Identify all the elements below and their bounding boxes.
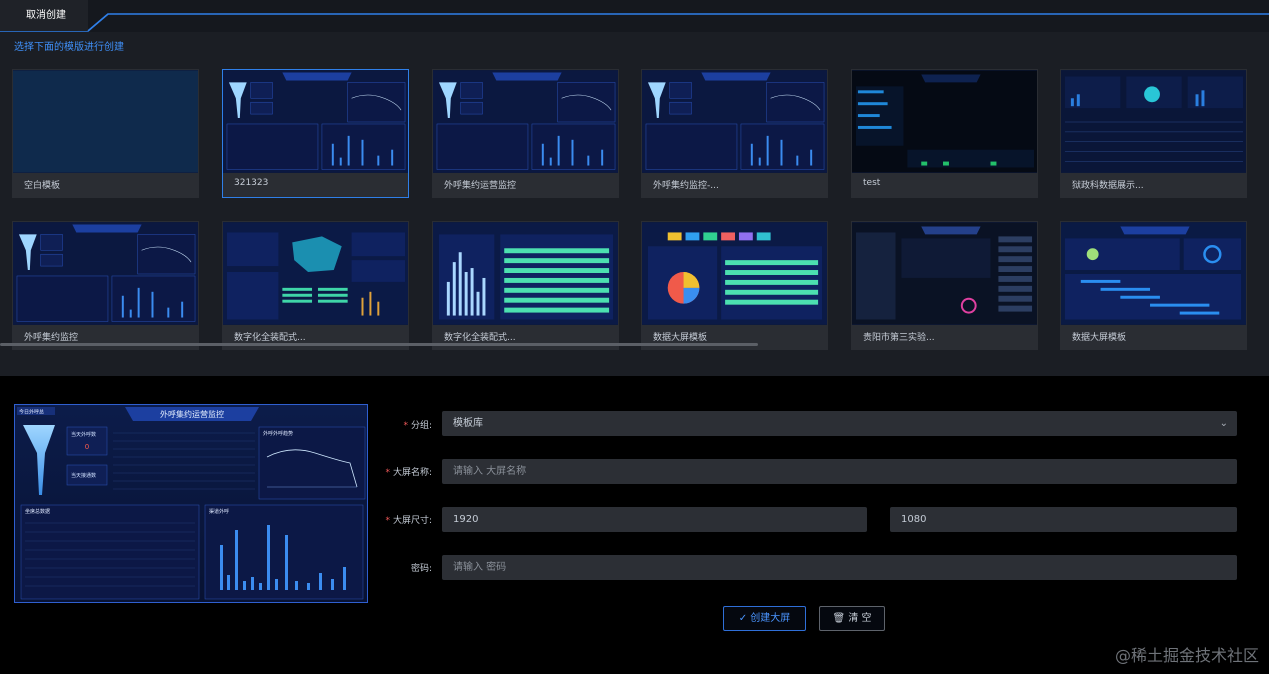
template-label: 数据大屏模板 — [653, 333, 708, 343]
template-thumbnail — [852, 222, 1037, 325]
template-label: 数字化全装配式... — [234, 333, 306, 343]
clear-button[interactable]: 🗑 清 空 — [819, 606, 885, 631]
template-label: 外呼集约运营监控 — [444, 181, 517, 191]
group-label: * 分组: — [403, 421, 432, 431]
template-label: 321323 — [234, 178, 269, 188]
password-label: 密码: — [410, 564, 432, 574]
template-thumbnail — [433, 70, 618, 173]
template-card[interactable]: 外呼集约监控-... — [641, 69, 828, 198]
template-thumbnail — [1061, 222, 1246, 325]
template-label: 外呼集约监控 — [24, 333, 79, 343]
create-form-area: 外呼集约运营监控 今日外呼总 当天外呼数 0 当天接通数 外呼外呼趋势 坐席总数… — [0, 376, 1269, 674]
required-asterisk: * — [385, 468, 390, 478]
template-thumbnail — [13, 70, 198, 173]
template-thumbnail — [433, 222, 618, 325]
preview-title: 外呼集约运营监控 — [160, 409, 224, 419]
template-card[interactable]: 外呼集约监控 — [12, 221, 199, 350]
template-card[interactable]: test — [851, 69, 1038, 198]
template-thumbnail — [1061, 70, 1246, 173]
template-card[interactable]: 外呼集约运营监控 — [432, 69, 619, 198]
horizontal-scrollbar[interactable] — [0, 343, 758, 346]
template-thumbnail — [852, 70, 1037, 173]
preview-box1-label: 当天外呼数 — [71, 431, 96, 438]
template-label: 外呼集约监控-... — [653, 181, 719, 191]
preview-bottom-right-title: 渠道外呼 — [209, 508, 229, 515]
template-card[interactable]: 空白模板 — [12, 69, 199, 198]
required-asterisk: * — [385, 516, 390, 526]
template-thumbnail — [223, 70, 408, 173]
template-card[interactable]: 数据大屏模板 — [641, 221, 828, 350]
template-thumbnail — [223, 222, 408, 325]
watermark: @稀土掘金技术社区 — [1114, 646, 1259, 665]
template-card[interactable]: 数字化全装配式... — [222, 221, 409, 350]
size-label: * 大屏尺寸: — [385, 516, 432, 526]
screen-name-input[interactable]: 请输入 大屏名称 — [442, 459, 1237, 484]
create-screen-button[interactable]: ✓ 创建大屏 — [723, 606, 806, 631]
chevron-down-icon: ⌄ — [1219, 418, 1228, 429]
template-card[interactable]: 数字化全装配式... — [432, 221, 619, 350]
template-thumbnail — [13, 222, 198, 325]
template-label: 数字化全装配式... — [444, 333, 516, 343]
required-asterisk: * — [403, 421, 408, 431]
template-label: 狱政科数据展示... — [1072, 181, 1144, 191]
password-input[interactable]: 请输入 密码 — [442, 555, 1237, 580]
preview-bottom-left-title: 坐席总数据 — [25, 508, 50, 515]
template-hint: 选择下面的模版进行创建 — [14, 42, 124, 53]
template-thumbnail — [642, 222, 827, 325]
group-select-value: 模板库 — [453, 418, 483, 429]
screen-width-input[interactable]: 1920 — [442, 507, 867, 532]
preview-panel-left: 今日外呼总 — [19, 409, 44, 416]
template-card[interactable]: 321323 — [222, 69, 409, 198]
preview-box1-value: 0 — [85, 443, 89, 451]
preview-box2-label: 当天接通数 — [71, 472, 96, 479]
screen-height-input[interactable]: 1080 — [890, 507, 1237, 532]
template-card[interactable]: 狱政科数据展示... — [1060, 69, 1247, 198]
tab-underline — [0, 0, 1269, 32]
template-label: 数据大屏模板 — [1072, 333, 1127, 343]
template-label: 空白模板 — [24, 181, 61, 191]
name-label: * 大屏名称: — [385, 468, 432, 478]
template-label: 贵阳市第三实验... — [863, 333, 935, 343]
template-preview: 外呼集约运营监控 今日外呼总 当天外呼数 0 当天接通数 外呼外呼趋势 坐席总数… — [14, 404, 368, 603]
template-card[interactable]: 数据大屏模板 — [1060, 221, 1247, 350]
preview-trend-title: 外呼外呼趋势 — [263, 430, 293, 437]
template-thumbnail — [642, 70, 827, 173]
cancel-create-tab[interactable]: 取消创建 — [0, 0, 88, 32]
template-browser: 选择下面的模版进行创建 空白模板 321323 外呼集约运营监控 外呼集约监控-...… — [0, 32, 1269, 376]
top-bar: 取消创建 — [0, 0, 1269, 32]
preview-dashboard-image: 外呼集约运营监控 今日外呼总 当天外呼数 0 当天接通数 外呼外呼趋势 坐席总数… — [15, 405, 367, 602]
template-label: test — [863, 178, 881, 188]
group-select[interactable]: 模板库 ⌄ — [442, 411, 1237, 436]
template-card[interactable]: 贵阳市第三实验... — [851, 221, 1038, 350]
